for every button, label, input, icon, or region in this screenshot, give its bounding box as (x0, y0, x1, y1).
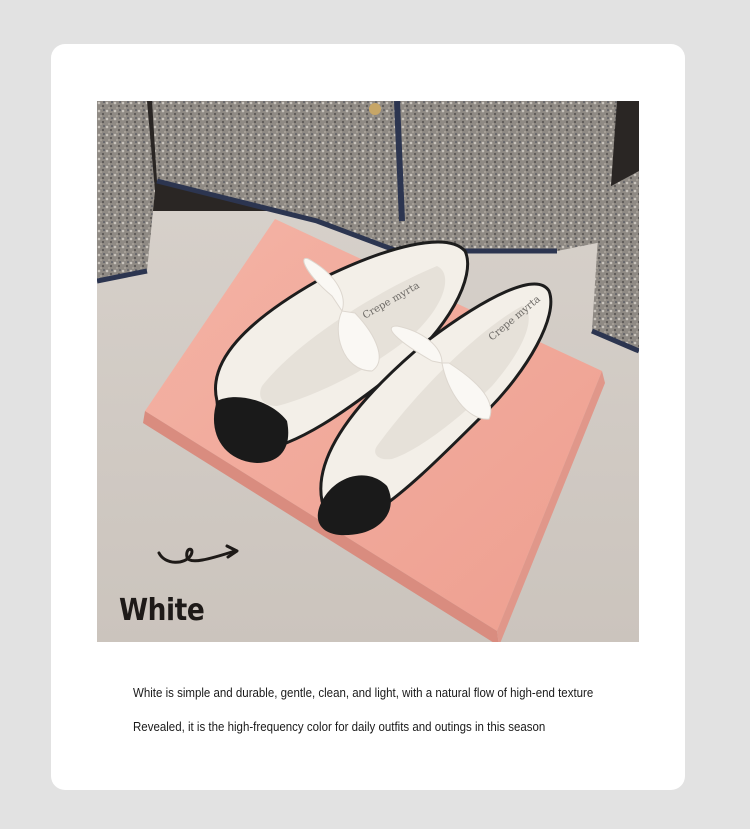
description-line-2: Revealed, it is the high-frequency color… (133, 720, 546, 734)
product-card: Crepe myrta Crepe myrta White White is s… (51, 44, 685, 790)
product-photo: Crepe myrta Crepe myrta White (97, 101, 639, 642)
curly-arrow-icon (157, 544, 239, 564)
color-name-label: White (119, 593, 205, 628)
description-line-1: White is simple and durable, gentle, cle… (133, 686, 594, 700)
